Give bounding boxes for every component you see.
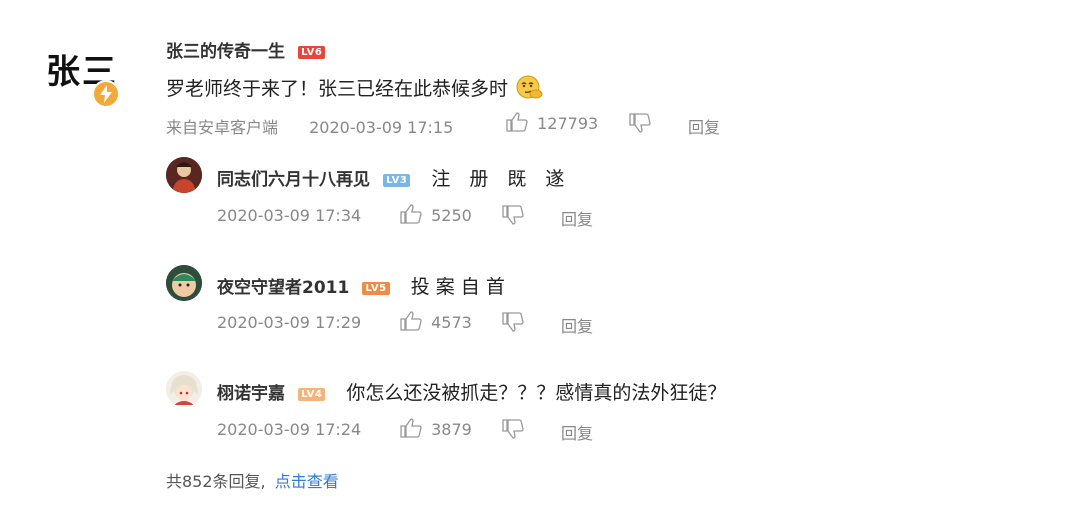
reply-1-reply-button[interactable]: 回复	[561, 206, 593, 230]
thumbs-down-icon	[502, 419, 524, 443]
reply-2-dislike-button[interactable]	[502, 312, 524, 336]
reply-2-header: 夜空守望者2011 LV5 投 案 自 首	[217, 272, 505, 299]
reply-avatar-3[interactable]	[166, 371, 202, 407]
reply-username[interactable]: 同志们六月十八再见	[217, 170, 370, 190]
reply-2-timestamp: 2020-03-09 17:29	[217, 313, 362, 332]
main-comment-header: 张三的传奇一生 LV6	[166, 37, 326, 62]
reply-3-like-button[interactable]: 3879	[400, 418, 472, 442]
view-replies-link[interactable]: 点击查看	[275, 472, 339, 491]
lightning-badge-icon	[92, 80, 120, 108]
total-replies: 共852条回复,	[166, 472, 266, 491]
like-count: 127793	[537, 113, 599, 133]
reply-1-header: 同志们六月十八再见 LV3 注 册 既 遂	[217, 164, 564, 191]
thumbs-up-icon	[400, 311, 422, 335]
reply-text: 投 案 自 首	[410, 276, 505, 298]
thumbs-down-icon	[502, 205, 524, 229]
reply-3-reply-button[interactable]: 回复	[561, 420, 593, 444]
like-count: 4573	[431, 312, 472, 332]
like-count: 5250	[431, 205, 472, 225]
reply-1-dislike-button[interactable]	[502, 205, 524, 229]
reply-avatar-1[interactable]	[166, 157, 202, 193]
reply-2-reply-button[interactable]: 回复	[561, 313, 593, 337]
replies-summary: 共852条回复, 点击查看	[166, 468, 339, 492]
level-badge: LV3	[383, 174, 411, 187]
level-badge: LV4	[298, 388, 326, 401]
reply-username[interactable]: 夜空守望者2011	[217, 278, 349, 298]
main-reply-button[interactable]: 回复	[688, 114, 720, 138]
reply-1-like-button[interactable]: 5250	[400, 204, 472, 228]
thumbs-down-icon	[629, 113, 651, 137]
reply-3-header: 栩诺宇嘉 LV4 你怎么还没被抓走？？？感情真的法外狂徒？	[217, 378, 726, 405]
reply-1-timestamp: 2020-03-09 17:34	[217, 206, 362, 225]
reply-text: 你怎么还没被抓走？？？感情真的法外狂徒？	[346, 382, 727, 404]
thumbs-up-icon	[506, 112, 528, 136]
thinking-face-icon	[514, 74, 544, 105]
reply-avatar-2[interactable]	[166, 265, 202, 301]
level-badge: LV5	[362, 282, 390, 295]
comment-body: 罗老师终于来了！张三已经在此恭候多时	[166, 78, 509, 100]
reply-3-dislike-button[interactable]	[502, 419, 524, 443]
timestamp: 2020-03-09 17:15	[309, 118, 454, 137]
main-like-button[interactable]: 127793	[506, 112, 598, 136]
main-username[interactable]: 张三的传奇一生	[166, 42, 285, 62]
like-count: 3879	[431, 419, 472, 439]
thumbs-up-icon	[400, 418, 422, 442]
thumbs-down-icon	[502, 312, 524, 336]
client-source: 来自安卓客户端	[166, 118, 279, 137]
reply-3-timestamp: 2020-03-09 17:24	[217, 420, 362, 439]
reply-2-like-button[interactable]: 4573	[400, 311, 472, 335]
thumbs-up-icon	[400, 204, 422, 228]
main-dislike-button[interactable]	[629, 113, 651, 137]
main-comment-meta: 来自安卓客户端 2020-03-09 17:15	[166, 114, 453, 138]
main-comment-text: 罗老师终于来了！张三已经在此恭候多时	[166, 74, 544, 105]
main-user-avatar[interactable]: 张三	[40, 38, 120, 110]
reply-username[interactable]: 栩诺宇嘉	[217, 384, 285, 404]
reply-text: 注 册 既 遂	[431, 168, 565, 190]
level-badge: LV6	[298, 46, 326, 59]
